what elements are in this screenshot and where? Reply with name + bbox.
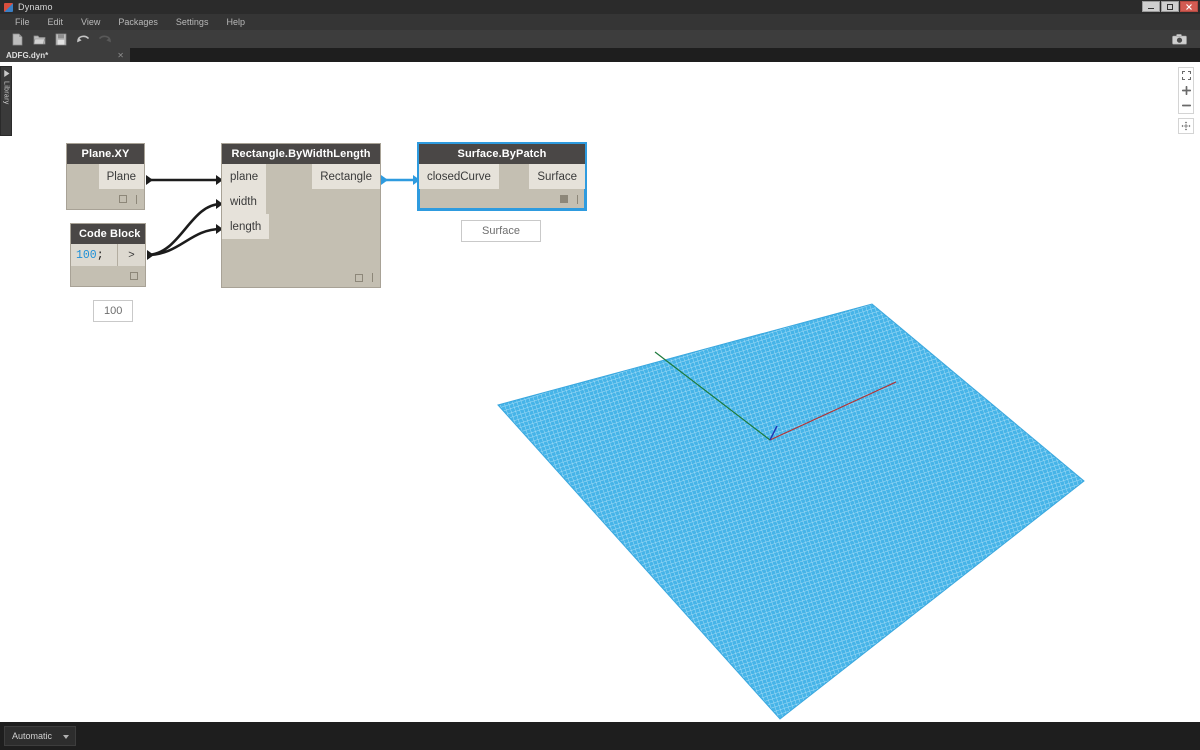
node-footer <box>67 189 144 209</box>
title-bar: Dynamo <box>0 0 1200 14</box>
zoom-in-button[interactable] <box>1178 83 1194 98</box>
node-footer <box>222 239 380 287</box>
run-mode-dropdown[interactable]: Automatic <box>4 726 76 746</box>
redo-button[interactable] <box>94 31 116 47</box>
node-body: 100; > <box>71 244 145 286</box>
output-port-marker[interactable]: > <box>117 244 145 266</box>
port-spacer <box>67 164 99 189</box>
preview-toggle-icon[interactable] <box>119 195 127 203</box>
window-controls <box>1142 1 1198 12</box>
zoom-out-button[interactable] <box>1178 98 1194 113</box>
menu-view[interactable]: View <box>72 14 109 30</box>
menu-bar: File Edit View Packages Settings Help <box>0 14 1200 30</box>
menu-edit[interactable]: Edit <box>39 14 73 30</box>
port-row: closedCurve Surface <box>419 164 585 189</box>
document-tab-bar: ADFG.dyn* ✕ <box>0 48 1200 62</box>
input-port-length[interactable]: length <box>222 214 270 239</box>
graph-canvas[interactable]: Library Plane.XY Plane Code Block 100 ; … <box>0 62 1200 722</box>
main-toolbar <box>0 30 1200 48</box>
library-label: Library <box>2 81 10 105</box>
menu-settings[interactable]: Settings <box>167 14 218 30</box>
output-port-surface[interactable]: Surface <box>529 164 585 189</box>
node-surface-bypatch[interactable]: Surface.ByPatch closedCurve Surface <box>417 142 587 211</box>
fit-to-screen-button[interactable] <box>1178 68 1194 83</box>
input-port-plane[interactable]: plane <box>222 164 267 189</box>
window-title: Dynamo <box>18 2 53 12</box>
menu-file[interactable]: File <box>6 14 39 30</box>
preview-bubble-code-block: 100 <box>93 300 134 322</box>
new-file-button[interactable] <box>6 31 28 47</box>
menu-help[interactable]: Help <box>217 14 254 30</box>
code-value: 100 <box>76 248 97 262</box>
code-block-input[interactable]: 100; <box>71 244 117 266</box>
lacing-indicator-icon <box>136 194 137 204</box>
node-body: closedCurve Surface <box>419 164 585 209</box>
screenshot-button[interactable] <box>1168 31 1190 47</box>
output-port-plane[interactable]: Plane <box>98 164 144 189</box>
port-spacer <box>266 189 380 214</box>
chevron-down-icon <box>63 735 69 739</box>
node-plane-xy[interactable]: Plane.XY Plane <box>66 143 145 210</box>
code-block-row: 100; > <box>71 244 145 266</box>
status-bar: Automatic <box>0 722 1200 750</box>
node-footer <box>419 189 585 209</box>
port-row: width <box>222 189 380 214</box>
port-row: Plane <box>67 164 144 189</box>
port-spacer <box>499 164 529 189</box>
port-spacer <box>266 164 312 189</box>
library-panel-tab[interactable]: Library <box>0 66 12 136</box>
lacing-indicator-icon <box>372 273 373 282</box>
node-title: Plane.XY <box>67 144 144 164</box>
zoom-controls <box>1178 67 1194 114</box>
preview-bubble-surface: Surface <box>461 220 541 242</box>
undo-button[interactable] <box>72 31 94 47</box>
tab-close-icon[interactable]: ✕ <box>117 48 124 62</box>
open-file-button[interactable] <box>28 31 50 47</box>
node-body: Plane <box>67 164 144 209</box>
node-code-block[interactable]: Code Block 100; > <box>70 223 146 287</box>
input-port-width[interactable]: width <box>222 189 266 214</box>
port-row: plane Rectangle <box>222 164 380 189</box>
wire-layer <box>146 175 420 260</box>
preview-toggle-icon[interactable] <box>130 272 138 280</box>
node-title: Code Block <box>71 224 145 244</box>
close-button[interactable] <box>1180 1 1198 12</box>
port-row: length <box>222 214 380 239</box>
preview-toggle-icon[interactable] <box>355 274 363 282</box>
code-terminator: ; <box>96 248 104 262</box>
dynamo-logo-icon <box>4 2 13 12</box>
node-title: Surface.ByPatch <box>419 144 585 164</box>
input-port-closedcurve[interactable]: closedCurve <box>419 164 499 189</box>
wire-codeblock-to-length <box>146 227 222 257</box>
menu-packages[interactable]: Packages <box>109 14 167 30</box>
run-mode-label: Automatic <box>12 731 53 741</box>
node-footer <box>71 266 145 286</box>
port-spacer <box>269 214 380 239</box>
tab-label: ADFG.dyn* <box>6 50 49 60</box>
chevron-right-icon <box>4 70 10 77</box>
node-body: plane Rectangle width length <box>222 164 380 287</box>
preview-toggle-icon[interactable] <box>560 195 568 203</box>
pan-tool-button[interactable] <box>1178 118 1194 134</box>
dynamo-window: Dynamo File Edit View Packages Settings … <box>0 0 1200 750</box>
tab-adfg-dyn[interactable]: ADFG.dyn* ✕ <box>0 48 130 62</box>
maximize-button[interactable] <box>1161 1 1179 12</box>
minimize-button[interactable] <box>1142 1 1160 12</box>
node-rectangle-bywidthlength[interactable]: Rectangle.ByWidthLength plane Rectangle … <box>221 143 381 288</box>
lacing-indicator-icon <box>577 194 578 204</box>
save-file-button[interactable] <box>50 31 72 47</box>
node-title: Rectangle.ByWidthLength <box>222 144 380 164</box>
output-port-rectangle[interactable]: Rectangle <box>312 164 380 189</box>
